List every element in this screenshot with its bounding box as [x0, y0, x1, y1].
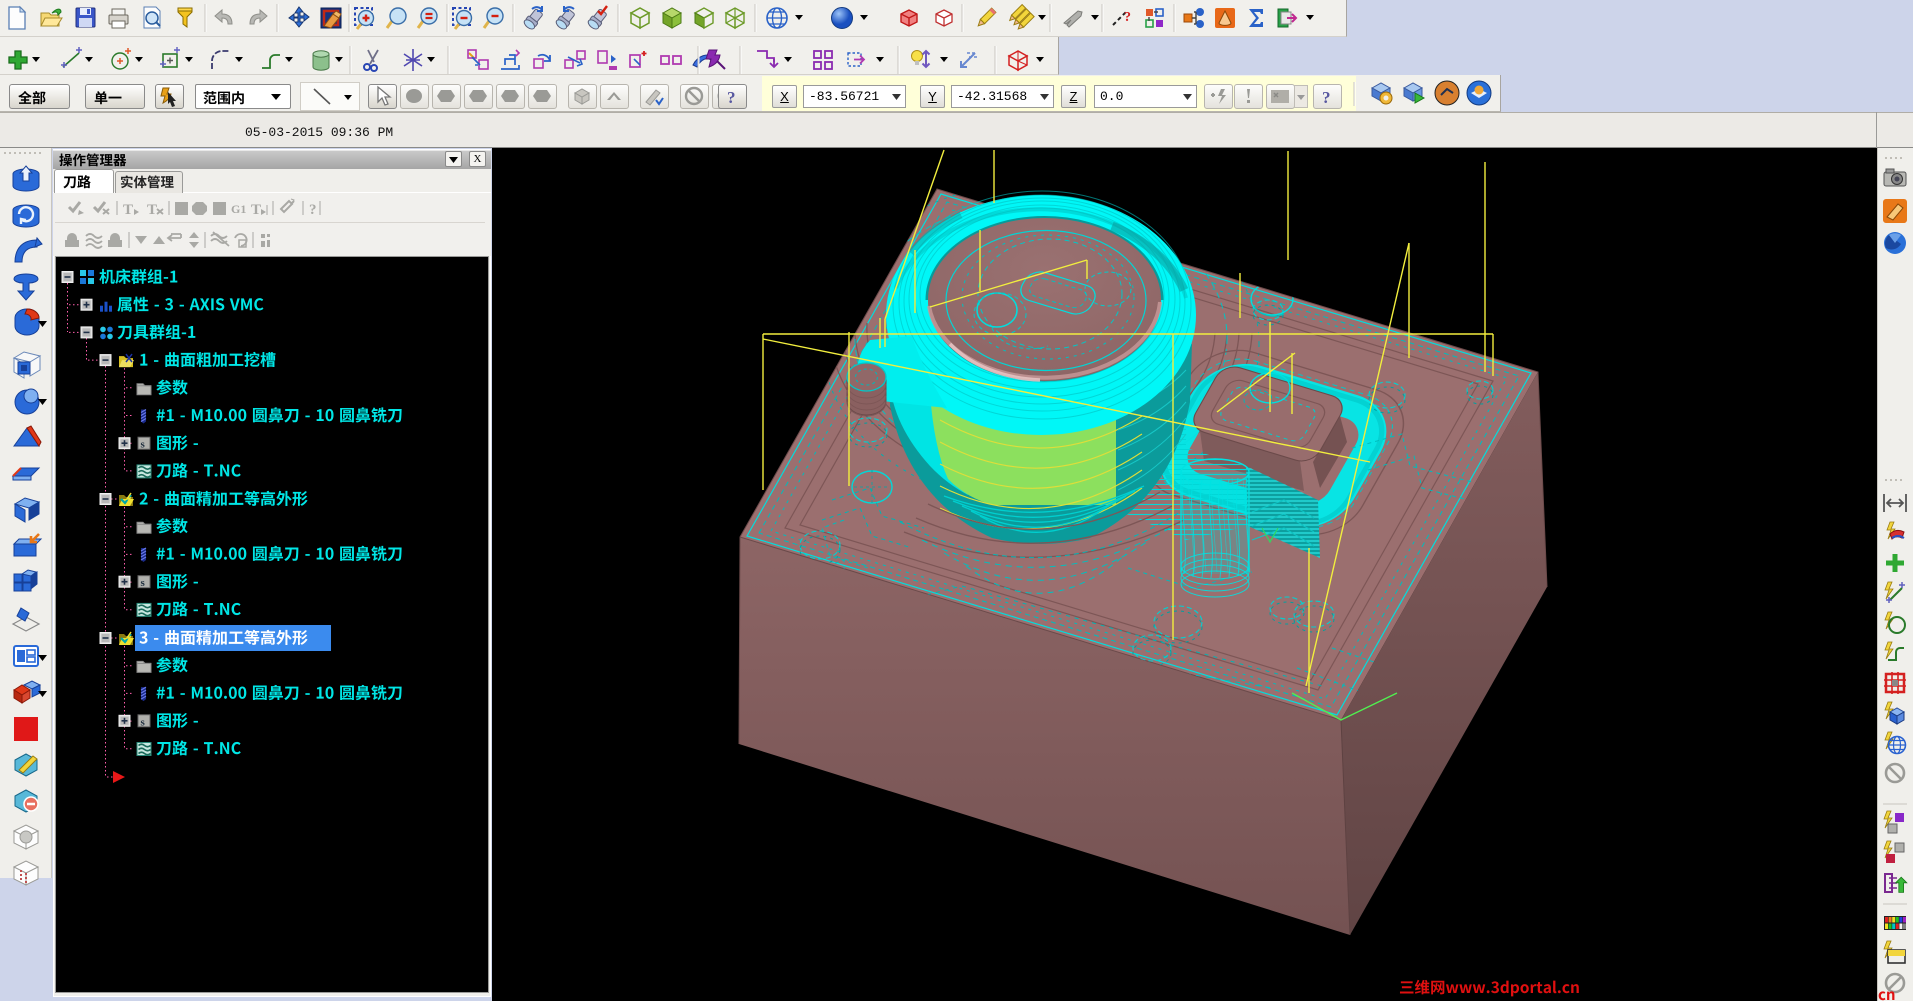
svg-text:?: ? [1322, 88, 1331, 107]
svg-text:s: s [141, 716, 146, 728]
svg-text:?: ? [1124, 10, 1131, 25]
svg-text:s: s [141, 577, 146, 589]
svg-text:s: s [141, 439, 146, 451]
svg-text:?: ? [727, 88, 736, 107]
